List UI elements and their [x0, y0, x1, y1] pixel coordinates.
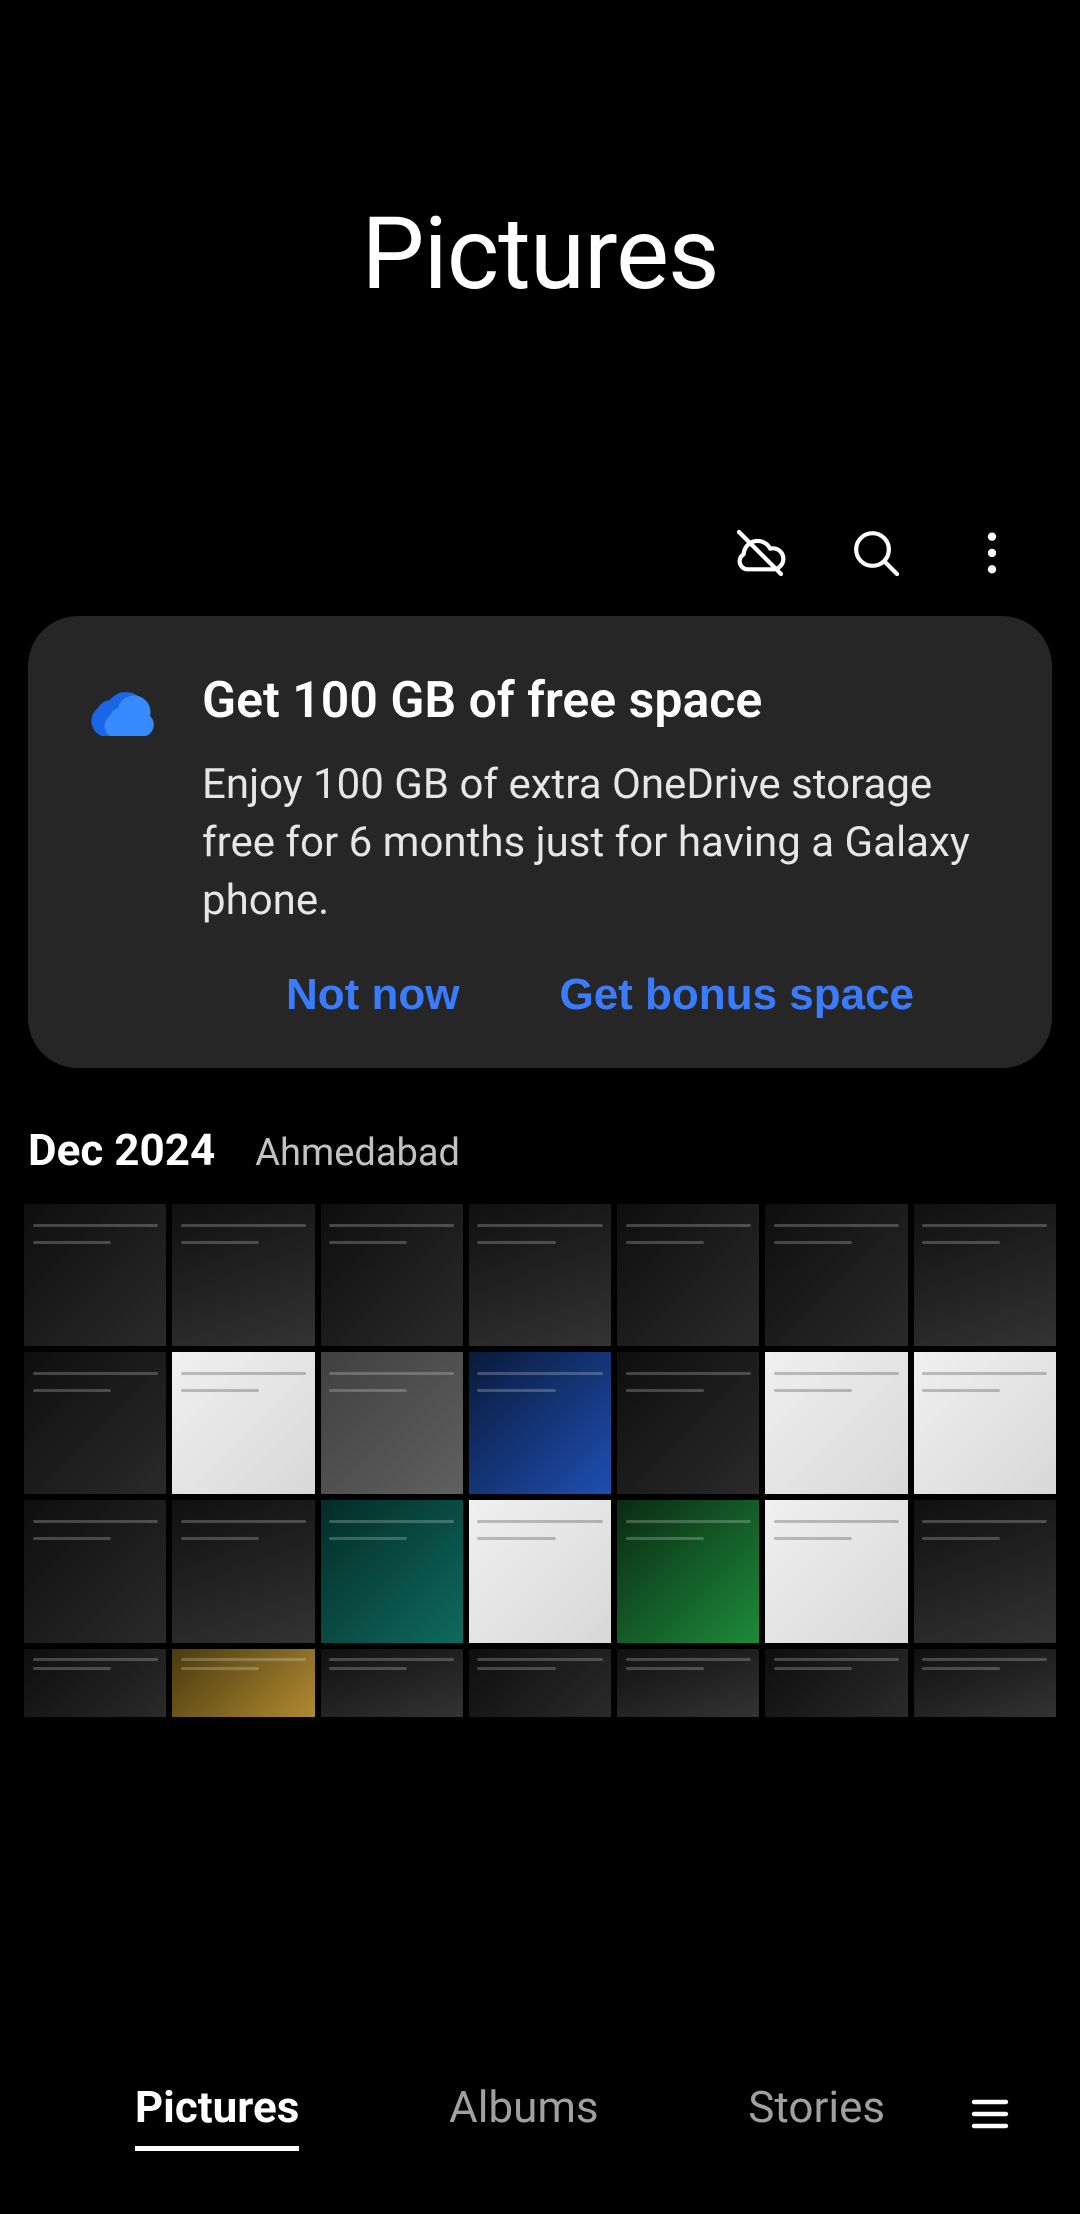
photo-grid — [0, 1204, 1080, 1717]
page-title: Pictures — [361, 196, 718, 313]
photo-thumbnail[interactable] — [469, 1500, 611, 1642]
nav-tab-stories[interactable]: Stories — [748, 2081, 885, 2147]
more-options-icon[interactable] — [964, 525, 1020, 581]
photo-thumbnail[interactable] — [914, 1649, 1056, 1717]
section-date: Dec 2024 — [28, 1124, 215, 1176]
photo-thumbnail[interactable] — [914, 1352, 1056, 1494]
photo-thumbnail[interactable] — [914, 1204, 1056, 1346]
search-icon[interactable] — [848, 525, 904, 581]
photo-thumbnail[interactable] — [765, 1204, 907, 1346]
photo-thumbnail[interactable] — [321, 1500, 463, 1642]
photo-thumbnail[interactable] — [469, 1649, 611, 1717]
photo-thumbnail[interactable] — [321, 1649, 463, 1717]
onedrive-promo-card: Get 100 GB of free space Enjoy 100 GB of… — [28, 616, 1052, 1068]
onedrive-cloud-icon — [82, 672, 162, 752]
photo-thumbnail[interactable] — [321, 1204, 463, 1346]
action-row — [0, 508, 1080, 598]
photo-thumbnail[interactable] — [617, 1500, 759, 1642]
photo-thumbnail[interactable] — [172, 1500, 314, 1642]
photo-thumbnail[interactable] — [321, 1352, 463, 1494]
photo-thumbnail[interactable] — [765, 1649, 907, 1717]
promo-description: Enjoy 100 GB of extra OneDrive storage f… — [202, 756, 998, 930]
get-bonus-space-button[interactable]: Get bonus space — [559, 970, 914, 1020]
photo-thumbnail[interactable] — [765, 1500, 907, 1642]
promo-actions: Not now Get bonus space — [202, 970, 998, 1020]
photo-thumbnail[interactable] — [172, 1649, 314, 1717]
photo-thumbnail[interactable] — [469, 1352, 611, 1494]
photo-thumbnail[interactable] — [914, 1500, 1056, 1642]
cloud-sync-off-icon[interactable] — [732, 525, 788, 581]
photo-thumbnail[interactable] — [765, 1352, 907, 1494]
section-location: Ahmedabad — [255, 1131, 460, 1175]
photo-thumbnail[interactable] — [24, 1352, 166, 1494]
photo-thumbnail[interactable] — [172, 1352, 314, 1494]
photo-thumbnail[interactable] — [24, 1500, 166, 1642]
photo-thumbnail[interactable] — [469, 1204, 611, 1346]
not-now-button[interactable]: Not now — [286, 970, 460, 1020]
nav-tab-albums[interactable]: Albums — [449, 2081, 599, 2147]
bottom-nav: Pictures Albums Stories — [0, 2054, 1080, 2174]
promo-title: Get 100 GB of free space — [202, 672, 998, 730]
photo-thumbnail[interactable] — [172, 1204, 314, 1346]
hamburger-menu-icon[interactable] — [960, 2084, 1020, 2144]
nav-tab-pictures[interactable]: Pictures — [135, 2081, 300, 2147]
photo-thumbnail[interactable] — [617, 1204, 759, 1346]
photo-thumbnail[interactable] — [617, 1352, 759, 1494]
photo-thumbnail[interactable] — [24, 1649, 166, 1717]
promo-body: Get 100 GB of free space Enjoy 100 GB of… — [202, 672, 998, 1020]
photo-thumbnail[interactable] — [24, 1204, 166, 1346]
photo-thumbnail[interactable] — [617, 1649, 759, 1717]
section-header: Dec 2024 Ahmedabad — [0, 1068, 1080, 1204]
header: Pictures — [0, 0, 1080, 508]
nav-tabs: Pictures Albums Stories — [60, 2081, 960, 2147]
